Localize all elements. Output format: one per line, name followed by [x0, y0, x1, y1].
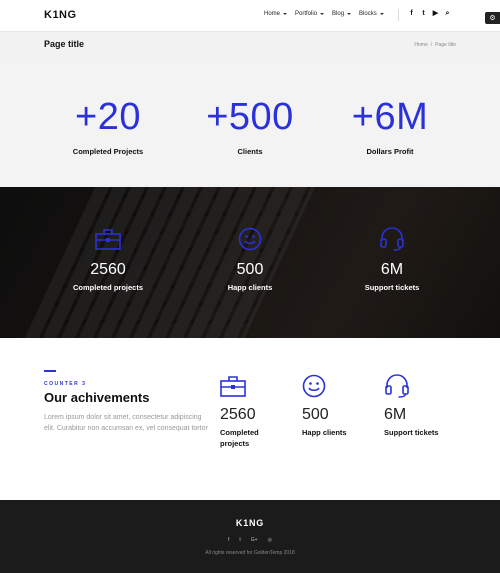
search-icon[interactable]: ⌕: [444, 10, 451, 18]
section-description: Lorem ipsum dolor sit amet, consectetur …: [44, 414, 208, 432]
section-heading: Our achivements: [44, 390, 150, 405]
header-social: f t ▶ ⌕: [408, 10, 451, 18]
youtube-icon[interactable]: ▶: [432, 10, 439, 18]
nav-item-portfolio[interactable]: Portfolio: [295, 11, 325, 17]
breadcrumb-current: Page title: [435, 42, 456, 48]
counter-item: 500 Happ clients: [302, 374, 382, 438]
google-plus-icon[interactable]: G+: [251, 537, 258, 543]
counter-number: 2560: [220, 406, 256, 423]
counter-section-3: COUNTER 3 Our achivements Lorem ipsum do…: [0, 338, 500, 500]
facebook-icon[interactable]: f: [408, 10, 415, 18]
nav-label: Portfolio: [295, 11, 318, 17]
counter-item: +500 Clients: [180, 95, 320, 156]
twitter-icon[interactable]: t: [239, 537, 240, 543]
counter-label: Happ clients: [227, 283, 273, 292]
counter-number: 500: [302, 406, 329, 423]
counter-number: 6M: [380, 261, 404, 278]
gear-icon: ⚙: [489, 15, 496, 22]
instagram-icon[interactable]: ◎: [268, 537, 272, 543]
counter-item: 6M Support tickets: [322, 225, 462, 292]
headset-icon: [384, 374, 464, 400]
counter-label: Happ clients: [302, 428, 347, 437]
facebook-icon[interactable]: f: [228, 537, 229, 543]
copyright-text: All rights reserved for GoldenTemp 2018: [205, 550, 295, 556]
counter-label: Support tickets: [384, 428, 439, 437]
nav-label: Blocks: [359, 11, 377, 17]
counter-item: +20 Completed Projects: [38, 95, 178, 156]
page-title-bar: Page title Home / Page title: [0, 31, 500, 57]
nav-item-home[interactable]: Home: [264, 11, 288, 17]
breadcrumb-home[interactable]: Home: [414, 42, 427, 48]
nav-label: Blog: [332, 11, 345, 17]
counter-number: 500: [236, 261, 264, 278]
counter-item: 500 Happ clients: [180, 225, 320, 292]
counter-number: +6M: [351, 96, 429, 138]
nav-item-blocks[interactable]: Blocks: [359, 11, 384, 17]
counter-label: Completed projects: [72, 283, 143, 292]
site-logo[interactable]: K1NG: [44, 9, 77, 21]
chevron-down-icon: [347, 13, 352, 15]
counter-number: 6M: [384, 406, 407, 423]
twitter-icon[interactable]: t: [420, 10, 427, 18]
breadcrumb-separator: /: [430, 42, 433, 48]
counter-section-2: 2560 Completed projects 500 Happ clients…: [0, 187, 500, 338]
nav-label: Home: [264, 11, 281, 17]
counter-number: +20: [75, 96, 141, 138]
counter-section-1: +20 Completed Projects +500 Clients +6M …: [0, 57, 500, 187]
site-footer: K1NG f t G+ ◎ All rights reserved for Go…: [0, 500, 500, 573]
counter-item: 6M Support tickets: [384, 374, 464, 438]
counter-item: 2560 Completed projects: [38, 225, 178, 292]
counter-label: Clients: [237, 147, 263, 156]
breadcrumb: Home / Page title: [414, 42, 456, 48]
chevron-down-icon: [320, 13, 325, 15]
chevron-down-icon: [379, 13, 384, 15]
counter-item: +6M Dollars Profit: [320, 95, 460, 156]
chevron-down-icon: [283, 13, 288, 15]
counter-label: Support tickets: [364, 283, 420, 292]
nav-divider: [398, 9, 399, 21]
counter-number: 2560: [90, 261, 126, 278]
counter-label: Completed Projects: [72, 147, 144, 156]
footer-social: f t G+ ◎: [0, 537, 500, 543]
site-header: K1NG Home Portfolio Blog Blocks f t ▶ ⌕ …: [0, 0, 500, 31]
counter-label: Dollars Profit: [366, 147, 414, 156]
section-eyebrow: COUNTER 3: [44, 381, 87, 387]
nav-item-blog[interactable]: Blog: [332, 11, 352, 17]
accent-line: [44, 370, 56, 372]
briefcase-icon: [220, 374, 300, 400]
counter-label: Completed projects: [220, 428, 259, 448]
settings-toggle[interactable]: ⚙: [485, 12, 500, 24]
counter-item: 2560 Completed projects: [220, 374, 300, 449]
page-title: Page title: [44, 39, 85, 49]
smiley-icon: [180, 225, 320, 253]
headset-icon: [322, 225, 462, 253]
main-nav: Home Portfolio Blog Blocks: [264, 11, 384, 17]
briefcase-icon: [38, 225, 178, 253]
counter-number: +500: [206, 96, 294, 138]
footer-logo[interactable]: K1NG: [0, 518, 500, 528]
smiley-icon: [302, 374, 382, 400]
